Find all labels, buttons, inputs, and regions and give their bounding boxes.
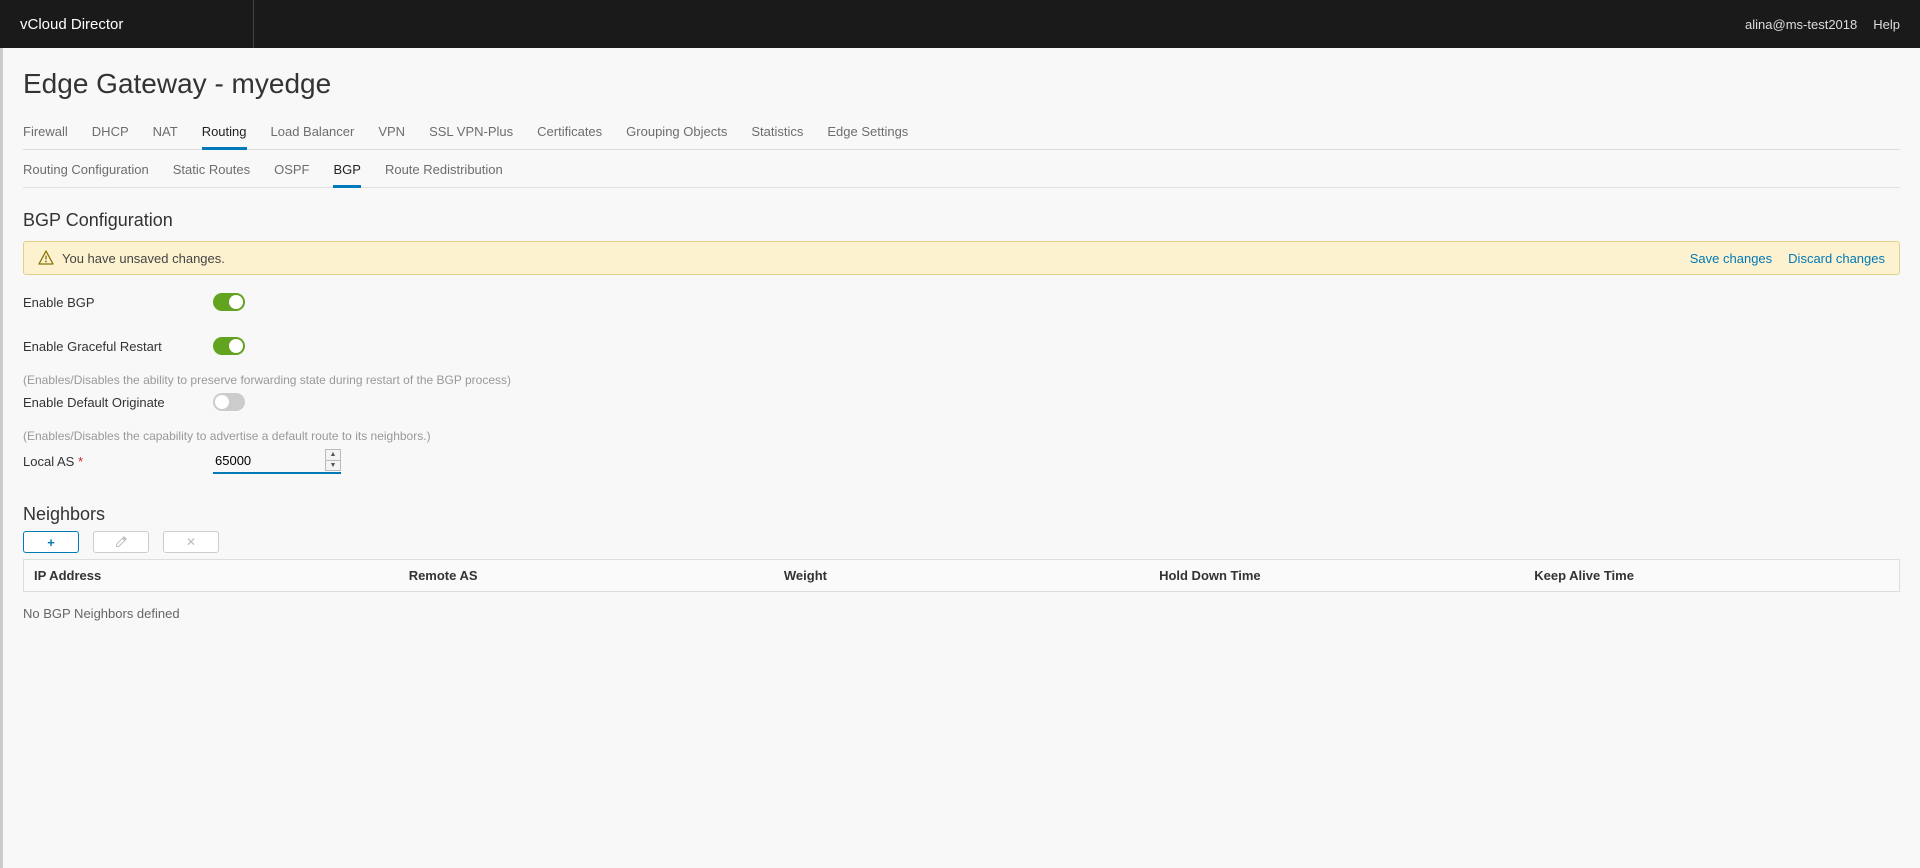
- tab-vpn[interactable]: VPN: [378, 116, 405, 150]
- tab-dhcp[interactable]: DHCP: [92, 116, 129, 150]
- col-hold-down-time[interactable]: Hold Down Time: [1149, 560, 1524, 592]
- neighbors-table: IP Address Remote AS Weight Hold Down Ti…: [23, 559, 1900, 592]
- subtab-ospf[interactable]: OSPF: [274, 156, 309, 188]
- enable-bgp-toggle[interactable]: [213, 293, 245, 311]
- add-neighbor-button[interactable]: +: [23, 531, 79, 553]
- discard-changes-link[interactable]: Discard changes: [1788, 251, 1885, 266]
- subtab-static-routes[interactable]: Static Routes: [173, 156, 250, 188]
- subtab-route-redistribution[interactable]: Route Redistribution: [385, 156, 503, 188]
- default-originate-hint: (Enables/Disables the capability to adve…: [23, 429, 1900, 443]
- subtab-bgp[interactable]: BGP: [333, 156, 360, 188]
- tab-ssl-vpn-plus[interactable]: SSL VPN-Plus: [429, 116, 513, 150]
- table-header-row: IP Address Remote AS Weight Hold Down Ti…: [24, 560, 1900, 592]
- tab-grouping-objects[interactable]: Grouping Objects: [626, 116, 727, 150]
- top-app-bar: vCloud Director alina@ms-test2018 Help: [0, 0, 1920, 48]
- graceful-restart-hint: (Enables/Disables the ability to preserv…: [23, 373, 1900, 387]
- enable-default-originate-label: Enable Default Originate: [23, 395, 213, 410]
- spinner-down-icon[interactable]: ▼: [326, 461, 340, 471]
- tab-statistics[interactable]: Statistics: [751, 116, 803, 150]
- primary-tabs: Firewall DHCP NAT Routing Load Balancer …: [23, 116, 1900, 150]
- enable-graceful-restart-label: Enable Graceful Restart: [23, 339, 213, 354]
- subtab-routing-configuration[interactable]: Routing Configuration: [23, 156, 149, 188]
- warning-icon: [38, 250, 54, 266]
- edit-icon: [115, 536, 127, 548]
- bgp-config-heading: BGP Configuration: [23, 210, 1900, 231]
- local-as-spinner: ▲ ▼: [325, 449, 341, 471]
- local-as-input[interactable]: [213, 449, 341, 474]
- x-icon: ✕: [186, 535, 196, 549]
- neighbors-empty-message: No BGP Neighbors defined: [23, 606, 1900, 621]
- enable-default-originate-toggle[interactable]: [213, 393, 245, 411]
- tab-edge-settings[interactable]: Edge Settings: [827, 116, 908, 150]
- secondary-tabs: Routing Configuration Static Routes OSPF…: [23, 150, 1900, 188]
- col-weight[interactable]: Weight: [774, 560, 1149, 592]
- col-remote-as[interactable]: Remote AS: [399, 560, 774, 592]
- tab-certificates[interactable]: Certificates: [537, 116, 602, 150]
- tab-nat[interactable]: NAT: [153, 116, 178, 150]
- save-changes-link[interactable]: Save changes: [1690, 251, 1772, 266]
- edit-neighbor-button[interactable]: [93, 531, 149, 553]
- user-label[interactable]: alina@ms-test2018: [1745, 17, 1857, 32]
- help-link[interactable]: Help: [1873, 17, 1900, 32]
- main-container: Edge Gateway - myedge Firewall DHCP NAT …: [0, 48, 1920, 868]
- neighbors-toolbar: + ✕: [23, 531, 1900, 553]
- unsaved-changes-alert: You have unsaved changes. Save changes D…: [23, 241, 1900, 275]
- app-title[interactable]: vCloud Director: [20, 16, 123, 33]
- alert-message: You have unsaved changes.: [62, 251, 225, 266]
- enable-graceful-restart-toggle[interactable]: [213, 337, 245, 355]
- page-title: Edge Gateway - myedge: [23, 68, 1900, 100]
- spinner-up-icon[interactable]: ▲: [326, 450, 340, 461]
- neighbors-heading: Neighbors: [23, 504, 1900, 525]
- col-keep-alive-time[interactable]: Keep Alive Time: [1524, 560, 1899, 592]
- header-divider: [253, 0, 254, 48]
- tab-routing[interactable]: Routing: [202, 116, 247, 150]
- tab-firewall[interactable]: Firewall: [23, 116, 68, 150]
- col-ip-address[interactable]: IP Address: [24, 560, 399, 592]
- delete-neighbor-button[interactable]: ✕: [163, 531, 219, 553]
- enable-bgp-label: Enable BGP: [23, 295, 213, 310]
- local-as-label: Local AS: [23, 454, 213, 469]
- plus-icon: +: [47, 535, 55, 550]
- tab-load-balancer[interactable]: Load Balancer: [271, 116, 355, 150]
